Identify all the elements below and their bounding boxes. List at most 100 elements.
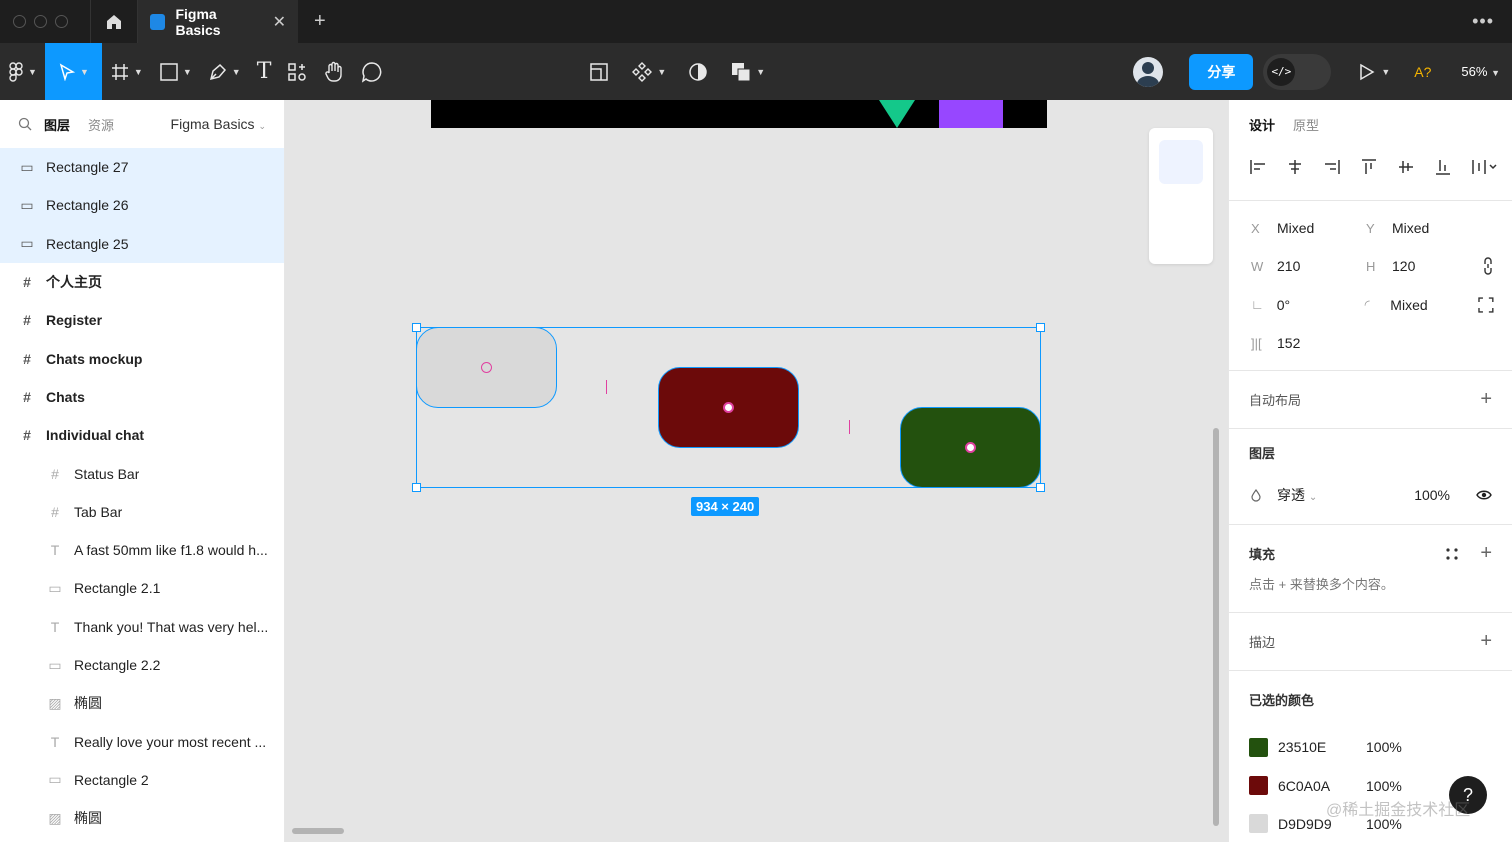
more-options-icon[interactable]: ••• xyxy=(1472,11,1512,32)
crop-frame-button[interactable] xyxy=(581,43,617,100)
text-tool[interactable]: T xyxy=(249,43,280,100)
radius-handle[interactable] xyxy=(965,442,976,453)
layer-item[interactable]: # Chats xyxy=(0,378,284,416)
layer-item[interactable]: T Really love your most recent ... xyxy=(0,722,284,760)
align-top-icon[interactable] xyxy=(1360,158,1378,176)
share-button[interactable]: 分享 xyxy=(1189,53,1254,90)
tab-assets[interactable]: 资源 xyxy=(88,115,114,134)
spacing-handle[interactable] xyxy=(849,420,850,434)
resize-handle-bottom-left[interactable] xyxy=(412,483,421,492)
add-stroke-icon[interactable]: + xyxy=(1480,630,1492,653)
layer-item[interactable]: ▭ Rectangle 27 xyxy=(0,148,284,187)
radius-handle[interactable] xyxy=(723,402,734,413)
color-swatch[interactable] xyxy=(1249,814,1268,834)
resize-handle-top-left[interactable] xyxy=(412,323,421,332)
add-fill-icon[interactable]: + xyxy=(1480,542,1492,565)
minimap[interactable] xyxy=(1149,128,1213,264)
align-vertical-center-icon[interactable] xyxy=(1397,158,1415,176)
minimize-window-button[interactable] xyxy=(34,15,47,28)
page-selector[interactable]: Figma Basics ⌄ xyxy=(171,116,266,132)
layer-list: ▭ Rectangle 27 ▭ Rectangle 26 ▭ Rectangle 25 #… xyxy=(0,148,284,837)
layer-item[interactable]: # Individual chat xyxy=(0,416,284,454)
layer-item[interactable]: ▭ Rectangle 26 xyxy=(0,186,284,225)
resize-handle-bottom-right[interactable] xyxy=(1036,483,1045,492)
h-input[interactable]: 120 xyxy=(1392,258,1481,274)
constrain-proportions-icon[interactable] xyxy=(1482,257,1494,276)
opacity-input[interactable]: 100% xyxy=(1414,487,1450,503)
blend-mode-dropdown[interactable]: 穿透 ⌄ xyxy=(1277,485,1317,505)
align-bottom-icon[interactable] xyxy=(1434,158,1452,176)
resources-tool[interactable] xyxy=(279,43,315,100)
mask-button[interactable] xyxy=(680,43,716,100)
home-tab[interactable] xyxy=(90,0,138,43)
styles-grid-icon[interactable] xyxy=(1446,548,1458,560)
layer-item[interactable]: ▭ Rectangle 2.2 xyxy=(0,646,284,684)
dev-mode-toggle[interactable]: </> xyxy=(1263,53,1332,90)
new-tab-button[interactable]: + xyxy=(298,10,342,33)
layer-item[interactable]: T Thank you! That was very hel... xyxy=(0,608,284,646)
main-menu-button[interactable]: ▼ xyxy=(0,43,45,100)
distribute-icon[interactable] xyxy=(1471,158,1499,176)
vertical-scrollbar[interactable] xyxy=(1213,428,1219,826)
resize-handle-top-right[interactable] xyxy=(1036,323,1045,332)
boolean-button[interactable]: ▼ xyxy=(722,43,773,100)
corner-radius-input[interactable]: Mixed xyxy=(1390,297,1478,313)
horizontal-scrollbar[interactable] xyxy=(292,828,344,834)
tab-prototype[interactable]: 原型 xyxy=(1293,115,1319,134)
user-avatar[interactable] xyxy=(1133,56,1164,87)
frame-tool[interactable]: ▼ xyxy=(102,43,151,100)
spacing-input[interactable]: 152 xyxy=(1277,335,1366,351)
y-input[interactable]: Mixed xyxy=(1392,220,1481,236)
missing-font-button[interactable]: A? xyxy=(1414,64,1431,80)
layer-item[interactable]: # Chats mockup xyxy=(0,339,284,377)
rotation-input[interactable]: 0° xyxy=(1277,297,1365,313)
shape-tool[interactable]: ▼ xyxy=(151,43,200,100)
align-horizontal-center-icon[interactable] xyxy=(1286,158,1304,176)
search-icon[interactable] xyxy=(18,117,32,131)
tab-design[interactable]: 设计 xyxy=(1249,115,1275,134)
zoom-dropdown[interactable]: 56% ▼ xyxy=(1461,64,1500,79)
layer-item[interactable]: ▭ Rectangle 2.1 xyxy=(0,569,284,607)
layer-item[interactable]: ▭ Rectangle 25 xyxy=(0,224,284,263)
color-hex[interactable]: 23510E xyxy=(1278,739,1366,755)
pen-tool[interactable]: ▼ xyxy=(200,43,249,100)
rectangle-26[interactable] xyxy=(658,367,799,448)
move-tool[interactable]: ▼ xyxy=(44,43,102,100)
layer-item[interactable]: ▨ 椭圆 xyxy=(0,799,284,837)
maximize-window-button[interactable] xyxy=(55,15,68,28)
hand-tool[interactable] xyxy=(315,43,353,100)
present-button[interactable]: ▼ xyxy=(1359,63,1390,81)
tab-layers[interactable]: 图层 xyxy=(44,115,70,134)
layer-item[interactable]: T A fast 50mm like f1.8 would h... xyxy=(0,531,284,569)
color-swatch[interactable] xyxy=(1249,776,1268,796)
canvas[interactable]: 934 × 240 xyxy=(285,100,1228,842)
component-button[interactable]: ▼ xyxy=(623,43,674,100)
layer-item[interactable]: # Status Bar xyxy=(0,454,284,492)
color-hex[interactable]: 6C0A0A xyxy=(1278,778,1366,794)
w-input[interactable]: 210 xyxy=(1277,258,1366,274)
rectangle-27[interactable] xyxy=(900,407,1041,488)
color-opacity[interactable]: 100% xyxy=(1366,739,1402,755)
independent-corners-icon[interactable] xyxy=(1478,297,1494,313)
layer-item[interactable]: ▨ 椭圆 xyxy=(0,684,284,722)
layer-item[interactable]: ▭ Rectangle 2 xyxy=(0,761,284,799)
spacing-handle[interactable] xyxy=(606,380,607,394)
frame-preview[interactable] xyxy=(431,100,1047,128)
file-tab[interactable]: Figma Basics ✕ xyxy=(138,0,298,43)
layer-item[interactable]: # Register xyxy=(0,301,284,339)
align-left-icon[interactable] xyxy=(1249,158,1267,176)
eye-icon[interactable] xyxy=(1476,489,1492,501)
close-window-button[interactable] xyxy=(13,15,26,28)
comment-tool[interactable] xyxy=(353,43,391,100)
selected-color-row[interactable]: 23510E 100% xyxy=(1229,728,1512,766)
color-opacity[interactable]: 100% xyxy=(1366,778,1402,794)
rectangle-25[interactable] xyxy=(416,327,557,408)
layer-item[interactable]: # Tab Bar xyxy=(0,493,284,531)
add-auto-layout-icon[interactable]: + xyxy=(1480,388,1492,411)
layer-item[interactable]: # 个人主页 xyxy=(0,263,284,301)
x-input[interactable]: Mixed xyxy=(1277,220,1366,236)
radius-handle[interactable] xyxy=(481,362,492,373)
color-swatch[interactable] xyxy=(1249,737,1268,757)
close-tab-icon[interactable]: ✕ xyxy=(273,12,286,32)
align-right-icon[interactable] xyxy=(1323,158,1341,176)
